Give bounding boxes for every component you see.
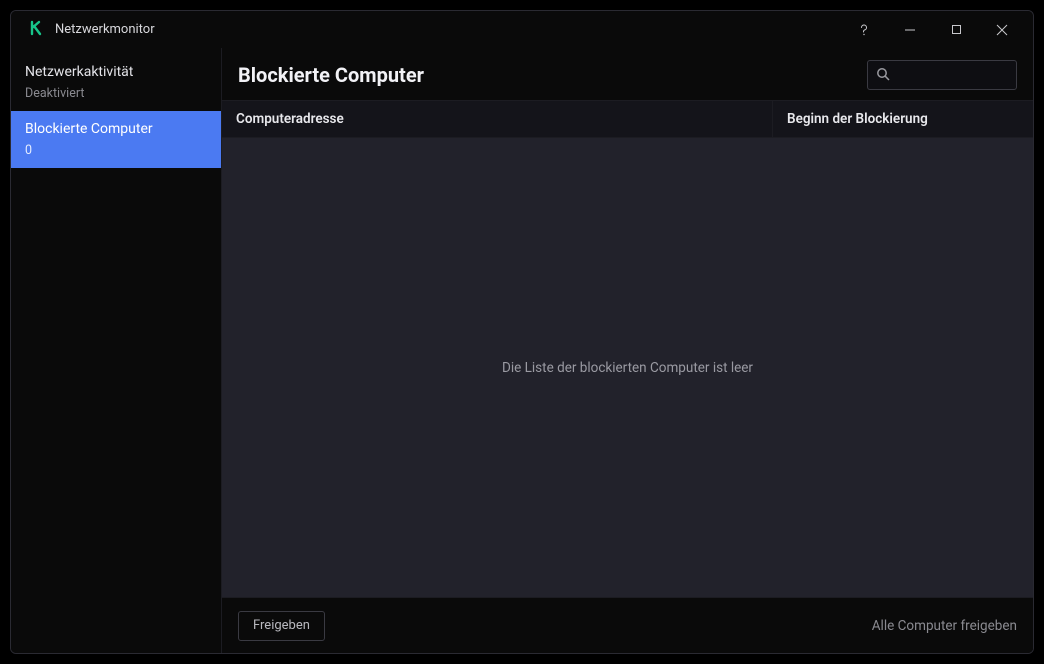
sidebar-item-status: Deaktiviert <box>11 84 221 111</box>
main-header: Blockierte Computer <box>222 48 1033 100</box>
titlebar-left: Netzwerkmonitor <box>19 20 155 40</box>
table-header: Computeradresse Beginn der Blockierung <box>222 100 1033 138</box>
maximize-button[interactable] <box>933 11 979 48</box>
app-title: Netzwerkmonitor <box>55 22 155 37</box>
close-button[interactable] <box>979 11 1025 48</box>
app-window: Netzwerkmonitor Netzwerkaktivität <box>10 10 1034 654</box>
window-controls <box>841 11 1025 48</box>
window-body: Netzwerkaktivität Deaktiviert Blockierte… <box>11 48 1033 653</box>
search-input[interactable] <box>896 68 1008 83</box>
release-button-label: Freigeben <box>253 618 310 633</box>
sidebar: Netzwerkaktivität Deaktiviert Blockierte… <box>11 48 221 653</box>
sidebar-item-blocked-computers[interactable]: Blockierte Computer 0 <box>11 111 221 168</box>
search-icon <box>876 66 890 85</box>
content-area: Computeradresse Beginn der Blockierung D… <box>222 100 1033 597</box>
release-all-label: Alle Computer freigeben <box>872 618 1017 634</box>
table-rows: Die Liste der blockierten Computer ist l… <box>222 138 1033 597</box>
empty-state-message: Die Liste der blockierten Computer ist l… <box>502 360 753 376</box>
sidebar-item-label: Blockierte Computer <box>11 111 221 141</box>
column-header-address[interactable]: Computeradresse <box>222 101 773 137</box>
release-all-button[interactable]: Alle Computer freigeben <box>872 618 1017 634</box>
table-body-area: Die Liste der blockierten Computer ist l… <box>222 138 1033 597</box>
table-empty-body: Die Liste der blockierten Computer ist l… <box>222 138 1033 597</box>
page-title: Blockierte Computer <box>238 63 851 87</box>
minimize-button[interactable] <box>887 11 933 48</box>
sidebar-item-network-activity[interactable]: Netzwerkaktivität Deaktiviert <box>11 54 221 111</box>
search-field[interactable] <box>867 60 1017 90</box>
footer: Freigeben Alle Computer freigeben <box>222 597 1033 653</box>
sidebar-item-count: 0 <box>11 141 221 168</box>
column-header-block-start[interactable]: Beginn der Blockierung <box>773 101 1033 137</box>
help-button[interactable] <box>841 11 887 48</box>
release-button[interactable]: Freigeben <box>238 611 325 641</box>
main-panel: Blockierte Computer Computeradresse Begi… <box>221 48 1033 653</box>
sidebar-item-label: Netzwerkaktivität <box>11 54 221 84</box>
titlebar: Netzwerkmonitor <box>11 11 1033 48</box>
app-logo-icon <box>29 20 45 40</box>
